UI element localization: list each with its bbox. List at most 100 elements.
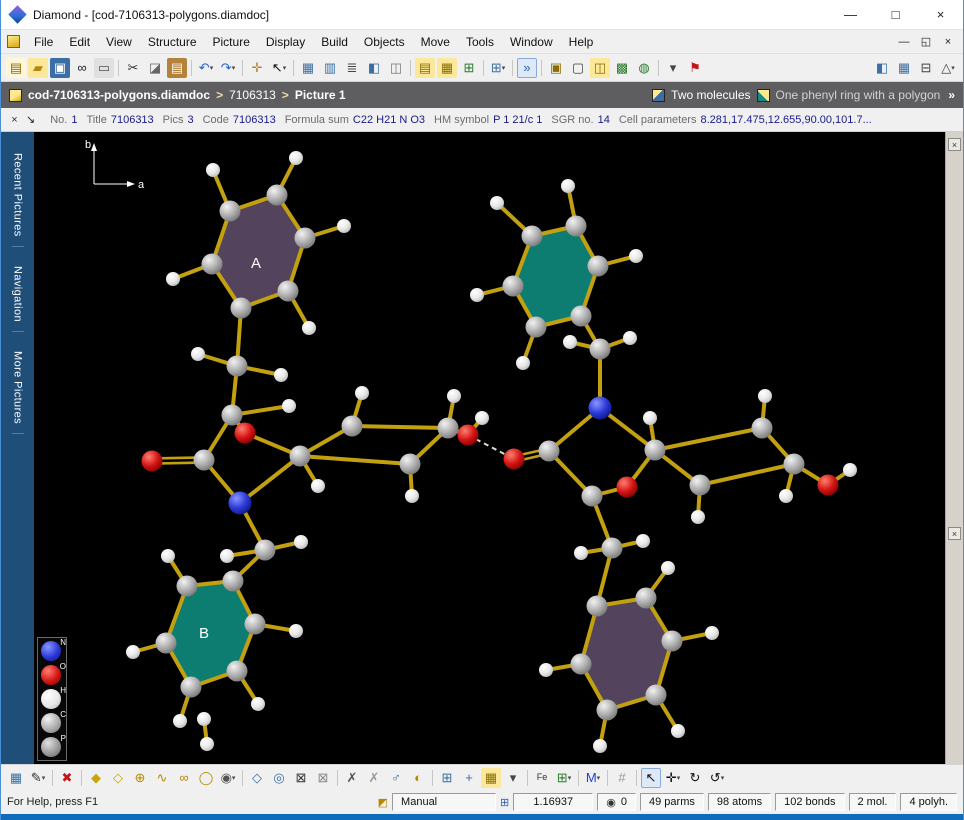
menu-help[interactable]: Help <box>561 32 602 52</box>
atom-H[interactable] <box>470 288 484 302</box>
legend-item-P[interactable]: P <box>40 736 64 758</box>
atom-color-legend[interactable]: NOHCP <box>37 637 67 761</box>
minimize-button[interactable]: — <box>828 0 873 30</box>
bond[interactable] <box>352 426 448 428</box>
menu-file[interactable]: File <box>26 32 61 52</box>
menu-structure[interactable]: Structure <box>140 32 205 52</box>
destroy-icon[interactable]: ✖ <box>57 768 77 788</box>
menu-view[interactable]: View <box>98 32 140 52</box>
menu-window[interactable]: Window <box>502 32 561 52</box>
add-atom-icon[interactable]: ◆ <box>86 768 106 788</box>
atom-H[interactable] <box>593 739 607 753</box>
atom-H[interactable] <box>355 386 369 400</box>
atom-C[interactable] <box>597 700 618 721</box>
menu-tools[interactable]: Tools <box>458 32 502 52</box>
atom-O[interactable] <box>142 451 163 472</box>
atom-H[interactable] <box>843 463 857 477</box>
atom-H[interactable] <box>779 489 793 503</box>
measure-icon[interactable]: M▾ <box>583 768 603 788</box>
atom-C[interactable] <box>784 454 805 475</box>
atom-C[interactable] <box>227 356 248 377</box>
spin-mode-icon[interactable]: ↺▾ <box>707 768 727 788</box>
breadcrumb-overflow-chevron[interactable]: » <box>948 88 955 102</box>
atom-C[interactable] <box>602 538 623 559</box>
picture-copy-icon[interactable]: ◫ <box>590 58 610 78</box>
atom-C[interactable] <box>571 306 592 327</box>
document-icon[interactable] <box>7 35 20 48</box>
atom-H[interactable] <box>563 335 577 349</box>
orbit-tool-icon[interactable]: ◐ <box>408 768 428 788</box>
dropdown-caret-icon[interactable]: ▾ <box>597 774 601 782</box>
print-icon[interactable]: ▭ <box>94 58 114 78</box>
atom-H[interactable] <box>274 368 288 382</box>
atom-C[interactable] <box>181 677 202 698</box>
atom-C[interactable] <box>503 276 524 297</box>
dropdown-caret-icon[interactable]: ▾ <box>721 774 725 782</box>
mode-indicator[interactable]: Manual <box>392 793 496 811</box>
dropdown-caret-icon[interactable]: ▾ <box>951 64 955 72</box>
atom-C[interactable] <box>278 281 299 302</box>
atom-O[interactable] <box>235 423 256 444</box>
atom-H[interactable] <box>661 561 675 575</box>
breadcrumb-structure[interactable]: 7106313 <box>229 88 276 102</box>
dropdown-caret-icon[interactable]: ▾ <box>283 64 287 72</box>
copy-icon[interactable]: ◪ <box>145 58 165 78</box>
fill-mode-icon[interactable]: ◉▾ <box>218 768 238 788</box>
legend-item-N[interactable]: N <box>40 640 64 662</box>
atom-C[interactable] <box>522 226 543 247</box>
atom-H[interactable] <box>161 549 175 563</box>
add-box-icon[interactable]: ⊞▾ <box>554 768 574 788</box>
flag-icon[interactable]: ⚑ <box>685 58 705 78</box>
rotate-mode-icon[interactable]: ↻ <box>685 768 705 788</box>
atom-C[interactable] <box>255 540 276 561</box>
undo-icon[interactable]: ↶▾ <box>196 58 216 78</box>
atom-O[interactable] <box>504 449 525 470</box>
atom-C[interactable] <box>222 405 243 426</box>
atom-H[interactable] <box>166 272 180 286</box>
atom-H[interactable] <box>475 411 489 425</box>
atom-H[interactable] <box>191 347 205 361</box>
dropdown-caret-icon[interactable]: ▾ <box>232 64 236 72</box>
cell-box-icon[interactable]: ⊞ <box>437 768 457 788</box>
atom-H[interactable] <box>405 489 419 503</box>
breadcrumb-document[interactable]: cod-7106313-polygons.diamdoc <box>28 88 210 102</box>
atom-C[interactable] <box>438 418 459 439</box>
atom-H[interactable] <box>629 249 643 263</box>
table-of-pictures-icon[interactable]: ▦ <box>437 58 457 78</box>
edit-grid-icon[interactable]: ▦ <box>6 768 26 788</box>
atom-C[interactable] <box>571 654 592 675</box>
polyhedra-fill-icon[interactable]: ◎ <box>269 768 289 788</box>
atom-C[interactable] <box>231 298 252 319</box>
element-label-icon[interactable]: Fe <box>532 768 552 788</box>
dropdown-caret-icon[interactable]: ▾ <box>232 774 236 782</box>
bond[interactable] <box>655 428 762 450</box>
menu-picture[interactable]: Picture <box>205 32 258 52</box>
atom-H[interactable] <box>251 697 265 711</box>
atom-H[interactable] <box>574 546 588 560</box>
dropdown-caret-icon[interactable]: ▾ <box>42 774 46 782</box>
menu-objects[interactable]: Objects <box>356 32 413 52</box>
polyhedra-icon[interactable]: ◇ <box>247 768 267 788</box>
atom-H[interactable] <box>758 389 772 403</box>
atom-H[interactable] <box>516 356 530 370</box>
remove-hatch-alt-icon[interactable]: ⊠ <box>313 768 333 788</box>
cell-dropdown-icon[interactable]: ▾ <box>503 768 523 788</box>
atom-H[interactable] <box>643 411 657 425</box>
atom-C[interactable] <box>177 576 198 597</box>
menu-move[interactable]: Move <box>413 32 458 52</box>
distances-icon[interactable]: ⊞ <box>459 58 479 78</box>
select-pointer-icon[interactable]: ↖▾ <box>269 58 289 78</box>
move-mode-icon[interactable]: ✛▾ <box>663 768 683 788</box>
new-picture-icon[interactable]: ▣ <box>546 58 566 78</box>
atom-C[interactable] <box>400 454 421 475</box>
legend-item-C[interactable]: C <box>40 712 64 734</box>
atom-O[interactable] <box>818 475 839 496</box>
atom-H[interactable] <box>289 624 303 638</box>
atom-C[interactable] <box>590 339 611 360</box>
atom-N[interactable] <box>229 492 252 515</box>
web-export-icon[interactable]: ◍ <box>634 58 654 78</box>
data-list-icon[interactable]: ≣ <box>342 58 362 78</box>
grid-toggle-icon[interactable]: # <box>612 768 632 788</box>
atom-C[interactable] <box>290 446 311 467</box>
atom-C[interactable] <box>245 614 266 635</box>
